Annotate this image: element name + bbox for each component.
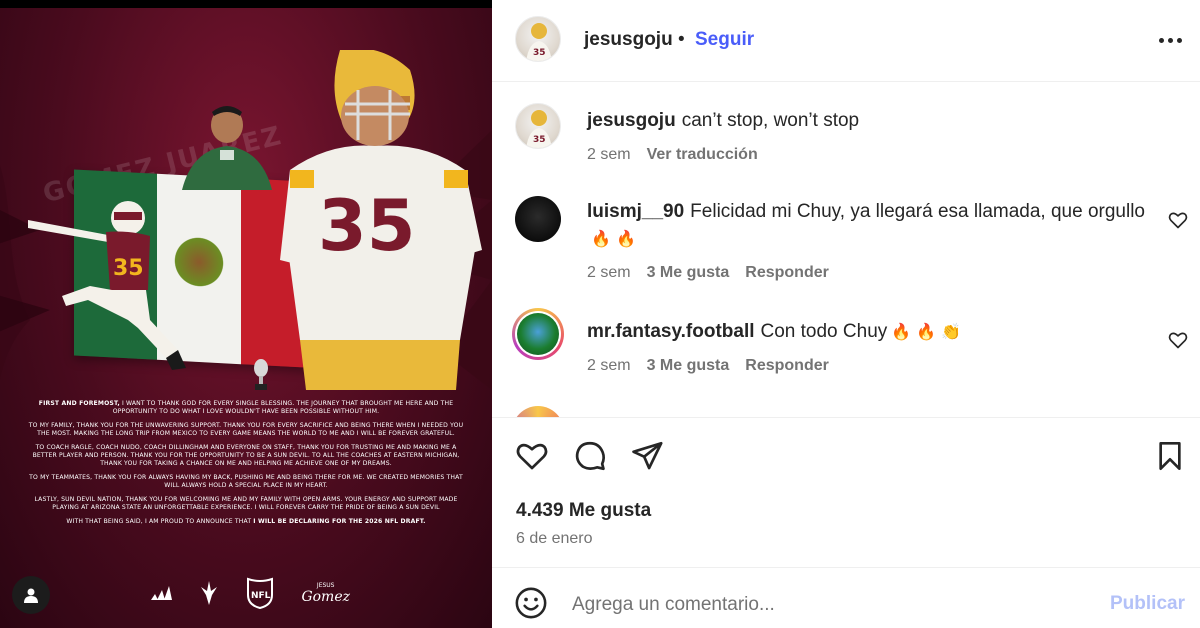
comment-meta: 2 sem 3 Me gusta Responder: [587, 357, 829, 375]
statement-paragraph-3: TO COACH RAGLE, COACH NUDO, COACH DILLIN…: [32, 444, 460, 467]
nfl-shield-icon: NFL: [246, 577, 273, 609]
image-top-bar: [0, 0, 492, 8]
comment-like-heart-icon[interactable]: [1168, 210, 1188, 230]
more-options-button[interactable]: [1152, 26, 1188, 54]
signature-text: Gomez: [301, 588, 350, 605]
comment-icon: [575, 441, 606, 471]
player-jersey-number: 35: [318, 185, 415, 267]
caption-meta: 2 sem Ver traducción: [587, 146, 758, 164]
emoji-picker-button[interactable]: [514, 586, 548, 620]
draft-statement: FIRST AND FOREMOST, I WANT TO THANK GOD …: [28, 400, 464, 532]
translate-button[interactable]: Ver traducción: [647, 146, 758, 164]
author-username[interactable]: jesusgoju: [584, 29, 673, 51]
caption-text-line: jesusgoju can’t stop, won’t stop: [587, 107, 1147, 134]
person-holding-flag: [182, 106, 272, 190]
comments-list[interactable]: 35 jesusgoju can’t stop, won’t stop 2 sem…: [492, 83, 1200, 417]
kicker-player: 35: [28, 201, 186, 370]
follow-button[interactable]: Seguir: [695, 29, 754, 51]
user-icon: [24, 588, 38, 603]
comment-text: Felicidad mi Chuy, ya llegará esa llamad…: [690, 201, 1146, 222]
statement-paragraph-6: WITH THAT BEING SAID, I AM PROUD TO ANNO…: [66, 518, 254, 525]
statement-paragraph-2: TO MY FAMILY, THANK YOU FOR THE UNWAVERI…: [28, 422, 464, 437]
commenter-avatar[interactable]: [512, 308, 564, 360]
comment-likes-count[interactable]: 3 Me gusta: [647, 264, 730, 282]
next-commenter-avatar-partial[interactable]: [512, 406, 564, 417]
emoji-icon: [515, 587, 547, 619]
comment-username[interactable]: luismj__90: [587, 201, 684, 222]
send-icon: [632, 441, 663, 470]
caption-time: 2 sem: [587, 146, 631, 163]
statement-paragraph-4: TO MY TEAMMATES, THANK YOU FOR ALWAYS HA…: [29, 474, 463, 489]
fire-emoji: 🔥 🔥: [591, 229, 636, 248]
post-header: 35 jesusgoju • Seguir: [492, 0, 1200, 82]
player-signature: JESUS Gomez: [301, 582, 350, 605]
comment-text: Con todo Chuy: [760, 321, 888, 342]
fantasy-football-logo-icon: [517, 313, 559, 355]
post-date: 6 de enero: [516, 530, 593, 547]
post-actions: 4.439 Me gusta 6 de enero: [492, 417, 1200, 567]
statement-bold-intro: FIRST AND FOREMOST,: [38, 400, 120, 407]
signature-top-text: JESUS: [316, 581, 335, 589]
statement-draft-announcement: I WILL BE DECLARING FOR THE 2026 NFL DRA…: [253, 518, 426, 525]
post-image[interactable]: GOMEZ JUAREZ 35 35 FIRST AND FOREMOST, I…: [0, 0, 492, 628]
statement-paragraph-1: I WANT TO THANK GOD FOR EVERY SINGLE BLE…: [112, 400, 454, 415]
share-button[interactable]: [629, 438, 665, 474]
comment-button[interactable]: [572, 438, 608, 474]
comment-like-heart-icon[interactable]: [1168, 330, 1188, 350]
post-details-panel: 35 jesusgoju • Seguir 35 jesusgoju can’t …: [492, 0, 1200, 628]
tagged-users-button[interactable]: [12, 576, 50, 614]
likes-count[interactable]: 4.439 Me gusta: [516, 500, 651, 522]
comment-time: 2 sem: [587, 357, 631, 374]
comment-text-line: mr.fantasy.football Con todo Chuy 🔥 🔥 👏: [587, 318, 1147, 345]
kicker-jersey-number: 35: [113, 256, 144, 281]
comment-meta: 2 sem 3 Me gusta Responder: [587, 264, 829, 282]
comment-text-line: luismj__90 Felicidad mi Chuy, ya llegará …: [587, 198, 1147, 252]
caption-username[interactable]: jesusgoju: [587, 110, 676, 131]
svg-text:35: 35: [533, 48, 546, 58]
comment-input[interactable]: [572, 588, 1092, 622]
reply-button[interactable]: Responder: [745, 264, 829, 282]
comment-time: 2 sem: [587, 264, 631, 281]
save-button[interactable]: [1152, 438, 1188, 474]
reply-button[interactable]: Responder: [745, 357, 829, 375]
nfl-logo-text: NFL: [251, 591, 271, 601]
comment-likes-count[interactable]: 3 Me gusta: [647, 357, 730, 375]
comment-username[interactable]: mr.fantasy.football: [587, 321, 755, 342]
fire-clap-emoji: 🔥 🔥 👏: [891, 322, 962, 341]
logo-row: NFL JESUS Gomez: [150, 575, 350, 611]
caption-author-avatar[interactable]: 35: [515, 103, 561, 149]
like-button[interactable]: [514, 438, 550, 474]
add-comment-bar: Publicar: [492, 567, 1200, 628]
more-options-icon: [1158, 37, 1164, 43]
caption-text: can’t stop, won’t stop: [681, 110, 860, 131]
header-separator: •: [678, 29, 685, 50]
author-avatar[interactable]: 35: [515, 16, 561, 62]
caption-avatar-image: 35: [526, 110, 552, 148]
bookmark-icon: [1159, 442, 1181, 470]
commenter-avatar[interactable]: [515, 196, 561, 242]
featured-player: 35: [280, 50, 482, 390]
pitchfork-logo-icon: [200, 581, 217, 605]
adidas-logo-icon: [151, 586, 172, 600]
svg-text:35: 35: [533, 135, 546, 145]
publish-comment-button[interactable]: Publicar: [1110, 593, 1185, 615]
comment-item: mr.fantasy.football Con todo Chuy 🔥 🔥 👏 2 …: [492, 308, 1200, 391]
caption: 35 jesusgoju can’t stop, won’t stop 2 sem…: [492, 103, 1200, 173]
comment-item: luismj__90 Felicidad mi Chuy, ya llegará …: [492, 196, 1200, 296]
author-avatar-image: 35: [526, 23, 552, 61]
statement-paragraph-5: LASTLY, SUN DEVIL NATION, THANK YOU FOR …: [34, 496, 458, 511]
trophy-icon: [254, 359, 268, 390]
heart-icon: [516, 443, 548, 470]
